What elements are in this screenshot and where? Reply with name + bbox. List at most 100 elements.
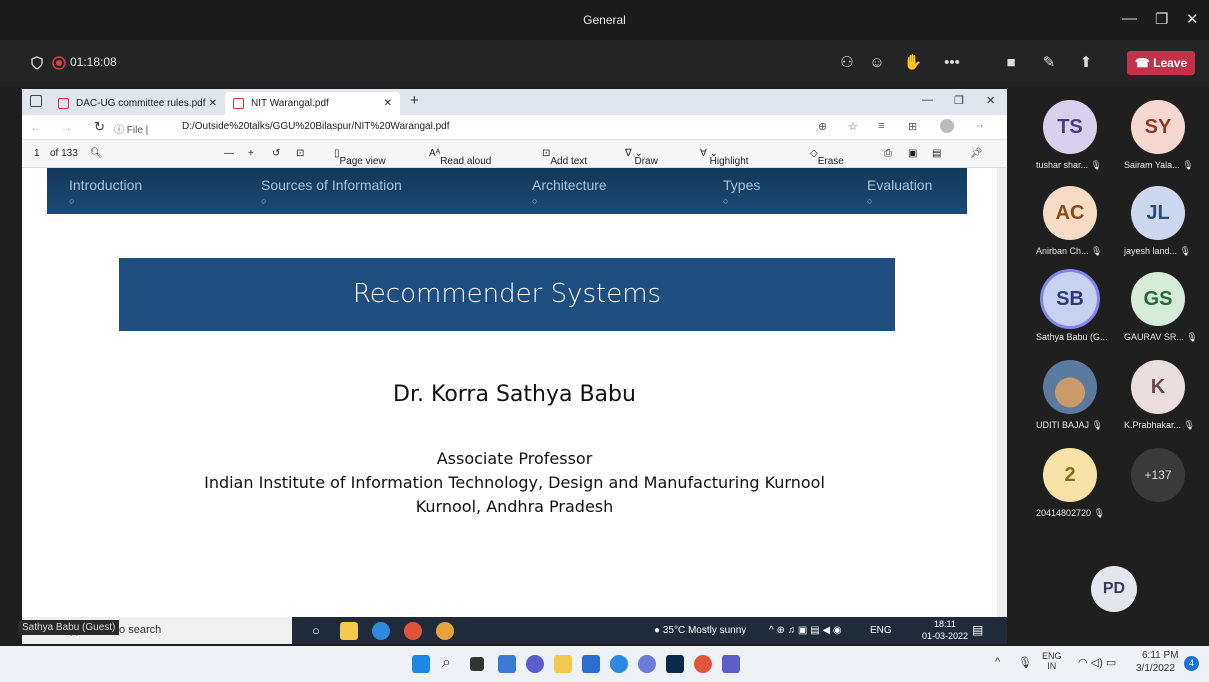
mic-muted-icon: 🎙︎ <box>1091 420 1103 430</box>
browser-restore-icon[interactable]: ❐ <box>954 94 964 107</box>
zoom-in-icon[interactable]: + <box>248 148 254 159</box>
notification-icon[interactable]: ▤ <box>972 623 983 637</box>
tab-dac-ug[interactable]: DAC-UG committee rules.pdf ✕ <box>50 92 225 115</box>
participant-tile[interactable]: K K.Prabhakar... 🎙︎ <box>1118 360 1198 431</box>
edge-icon[interactable] <box>610 655 628 673</box>
file-explorer-icon[interactable] <box>554 655 572 673</box>
page-view-button[interactable]: ▯ Page view <box>334 148 386 167</box>
app-r-icon[interactable] <box>638 655 656 673</box>
maximize-icon[interactable]: ❐ <box>1155 10 1168 28</box>
task-view-icon[interactable]: ○ <box>312 623 320 638</box>
favorites-list-icon[interactable]: ≡ <box>878 120 884 132</box>
participants-icon[interactable]: ⚇ <box>836 52 858 74</box>
tab-nit-warangal[interactable]: NIT Warangal.pdf ✕ <box>225 92 400 115</box>
lang-indicator[interactable]: ENG IN <box>1042 651 1062 671</box>
photoshop-icon[interactable] <box>666 655 684 673</box>
participant-tile[interactable]: JL jayesh land... 🎙︎ <box>1118 186 1198 257</box>
clock-time[interactable]: 6:11 PM <box>1142 650 1179 661</box>
save-icon[interactable]: ▣ <box>908 148 917 159</box>
collections-icon[interactable]: ⊞ <box>908 120 917 133</box>
participant-name: GAURAV SR... 🎙︎ <box>1124 332 1198 342</box>
search-icon[interactable]: 🔍︎ <box>90 148 103 159</box>
edge-icon[interactable] <box>372 622 390 640</box>
tab-actions-icon[interactable] <box>30 95 42 107</box>
shared-clock-date: 01-03-2022 <box>922 631 969 641</box>
rotate-icon[interactable]: ↺ <box>272 148 280 159</box>
nav-evaluation[interactable]: Evaluation <box>867 177 932 193</box>
participant-name: jayesh land... 🎙︎ <box>1124 246 1191 256</box>
task-view-icon[interactable] <box>470 657 484 671</box>
forward-icon[interactable]: → <box>60 120 72 134</box>
widgets-icon[interactable] <box>498 655 516 673</box>
participant-tile[interactable]: SY Sairam Yala... 🎙︎ <box>1118 100 1198 171</box>
mic-muted-icon: 🎙︎ <box>1093 508 1106 518</box>
chrome-icon[interactable] <box>694 655 712 673</box>
nav-architecture[interactable]: Architecture <box>532 177 607 193</box>
print-icon[interactable]: ⎙ <box>884 148 892 159</box>
clock-date[interactable]: 3/1/2022 <box>1136 663 1175 674</box>
add-text-button[interactable]: ⊡ Add text <box>542 148 587 167</box>
firefox-icon[interactable] <box>436 622 454 640</box>
participant-tile[interactable]: PD <box>1074 566 1154 612</box>
settings-more-icon[interactable]: ·· <box>976 120 983 132</box>
tray-icons[interactable]: ^ ⊕ ♫ ▣ ▤ ◀ ◉ <box>769 625 842 636</box>
teams-icon[interactable] <box>722 655 740 673</box>
start-icon[interactable] <box>412 655 430 673</box>
file-explorer-icon[interactable] <box>340 622 358 640</box>
chrome-icon[interactable] <box>404 622 422 640</box>
pdf-scrollbar[interactable] <box>997 168 1007 617</box>
share-icon[interactable]: ⬆ <box>1075 52 1097 74</box>
add-text-label: Add text <box>550 156 588 167</box>
info-icon: ⓘ File | <box>114 125 149 136</box>
read-aloud-button[interactable]: Aᴬ Read aloud <box>429 148 491 167</box>
participant-tile-active-speaker[interactable]: SB Sathya Babu (G... <box>1030 272 1110 342</box>
reactions-icon[interactable]: ✋ <box>902 52 924 74</box>
browser-minimize-icon[interactable]: — <box>922 94 933 106</box>
pin-icon[interactable]: 📌︎ <box>970 148 983 159</box>
draw-button[interactable]: ∇ Draw ⌄ <box>625 148 658 167</box>
weather-info[interactable]: ● 35°C Mostly sunny <box>654 625 746 636</box>
lang-indicator[interactable]: ENG <box>870 625 892 636</box>
favorite-icon[interactable]: ☆ <box>848 120 858 133</box>
chat-icon[interactable] <box>526 655 544 673</box>
participant-tile[interactable]: TS tushar shar... 🎙︎ <box>1030 100 1110 171</box>
wifi-icon[interactable]: ◠ ◁) ▭ <box>1078 656 1116 669</box>
nav-types[interactable]: Types <box>723 177 760 193</box>
browser-close-icon[interactable]: ✕ <box>986 94 995 107</box>
new-tab-icon[interactable]: + <box>410 92 419 109</box>
participant-tile[interactable]: UDITI BAJAJ 🎙︎ <box>1030 360 1110 431</box>
notification-badge[interactable]: 4 <box>1184 656 1199 671</box>
highlight-button[interactable]: ∀ Highlight ⌄ <box>700 148 749 167</box>
participant-name: Anirban Ch... 🎙︎ <box>1036 246 1103 256</box>
back-icon[interactable]: ← <box>30 120 42 134</box>
participant-tile[interactable]: GS GAURAV SR... 🎙︎ <box>1118 272 1198 343</box>
tray-chevron-icon[interactable]: ^ <box>995 656 1000 668</box>
more-options-icon[interactable]: ••• <box>941 52 963 74</box>
tab-close-icon[interactable]: ✕ <box>384 92 392 115</box>
camera-off-icon[interactable]: ■ <box>1000 52 1022 74</box>
save-as-icon[interactable]: ▤ <box>932 148 941 159</box>
nav-sources[interactable]: Sources of Information <box>261 177 402 193</box>
mic-icon[interactable]: 🎙︎ <box>1018 656 1032 669</box>
url-input[interactable]: D:/Outside%20talks/GGU%20Bilaspur/NIT%20… <box>182 121 450 132</box>
more-participants-button[interactable]: +137 <box>1118 448 1198 502</box>
store-icon[interactable] <box>582 655 600 673</box>
zoom-out-icon[interactable]: — <box>224 148 234 159</box>
participant-tile[interactable]: 2 20414802720 🎙︎ <box>1030 448 1110 519</box>
chat-icon[interactable]: ☺ <box>866 52 888 74</box>
minimize-icon[interactable]: — <box>1122 10 1137 27</box>
erase-button[interactable]: ◇ Erase <box>810 148 844 167</box>
close-icon[interactable]: ✕ <box>1186 10 1199 28</box>
profile-avatar[interactable] <box>940 119 954 133</box>
fit-page-icon[interactable]: ⊡ <box>296 148 304 159</box>
leave-button[interactable]: ☎ Leave <box>1127 51 1195 75</box>
search-icon[interactable]: ⌕ <box>442 654 451 672</box>
refresh-icon[interactable]: ↻ <box>94 119 105 135</box>
nav-introduction[interactable]: Introduction <box>69 177 142 193</box>
tab-close-icon[interactable]: ✕ <box>209 92 217 115</box>
zoom-icon[interactable]: ⊕ <box>818 120 827 133</box>
avatar: K <box>1131 360 1185 414</box>
participant-tile[interactable]: AC Anirban Ch... 🎙︎ <box>1030 186 1110 257</box>
page-number-input[interactable]: 1 <box>34 148 40 159</box>
mic-off-icon[interactable]: ✎ <box>1038 52 1060 74</box>
